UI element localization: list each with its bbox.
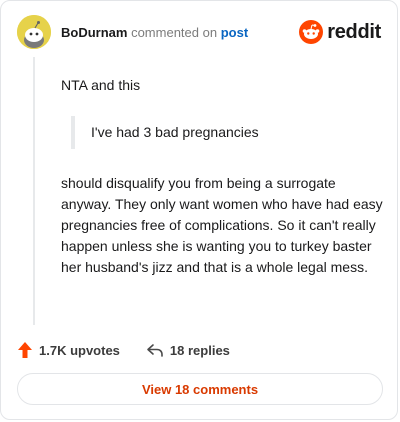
reply-count: 18 replies (169, 342, 230, 358)
comment-intro: NTA and this (61, 77, 141, 93)
upvote-count: 1.7K upvotes (39, 342, 120, 358)
view-comments-button[interactable]: View 18 comments (17, 373, 383, 405)
comment-header: BoDurnam commented on post reddit (17, 15, 381, 51)
snoo-avatar-icon (17, 15, 51, 49)
comment-body: NTA and this I've had 3 bad pregnancies … (61, 75, 383, 278)
quote-text: I've had 3 bad pregnancies (91, 124, 259, 140)
commented-on-text: commented on (131, 25, 218, 40)
author-name[interactable]: BoDurnam (61, 25, 127, 40)
reddit-wordmark: reddit (327, 20, 381, 43)
comment-embed-card: BoDurnam commented on post reddit NTA an… (0, 0, 398, 420)
user-avatar[interactable] (17, 15, 51, 49)
reddit-snoo-icon (299, 20, 324, 44)
replies-button[interactable]: 18 replies (146, 342, 230, 358)
upvote-button[interactable]: 1.7K upvotes (17, 341, 120, 359)
thread-line (33, 57, 35, 325)
comment-actions: 1.7K upvotes 18 replies (17, 339, 230, 361)
comment-text: should disqualify you from being a surro… (61, 175, 383, 275)
blockquote: I've had 3 bad pregnancies (71, 116, 383, 149)
comment-meta: BoDurnam commented on post (61, 25, 248, 40)
reddit-logo[interactable]: reddit (299, 19, 381, 45)
reply-arrow-icon (147, 344, 163, 357)
post-link[interactable]: post (221, 25, 248, 40)
arrow-up-icon (18, 342, 32, 358)
